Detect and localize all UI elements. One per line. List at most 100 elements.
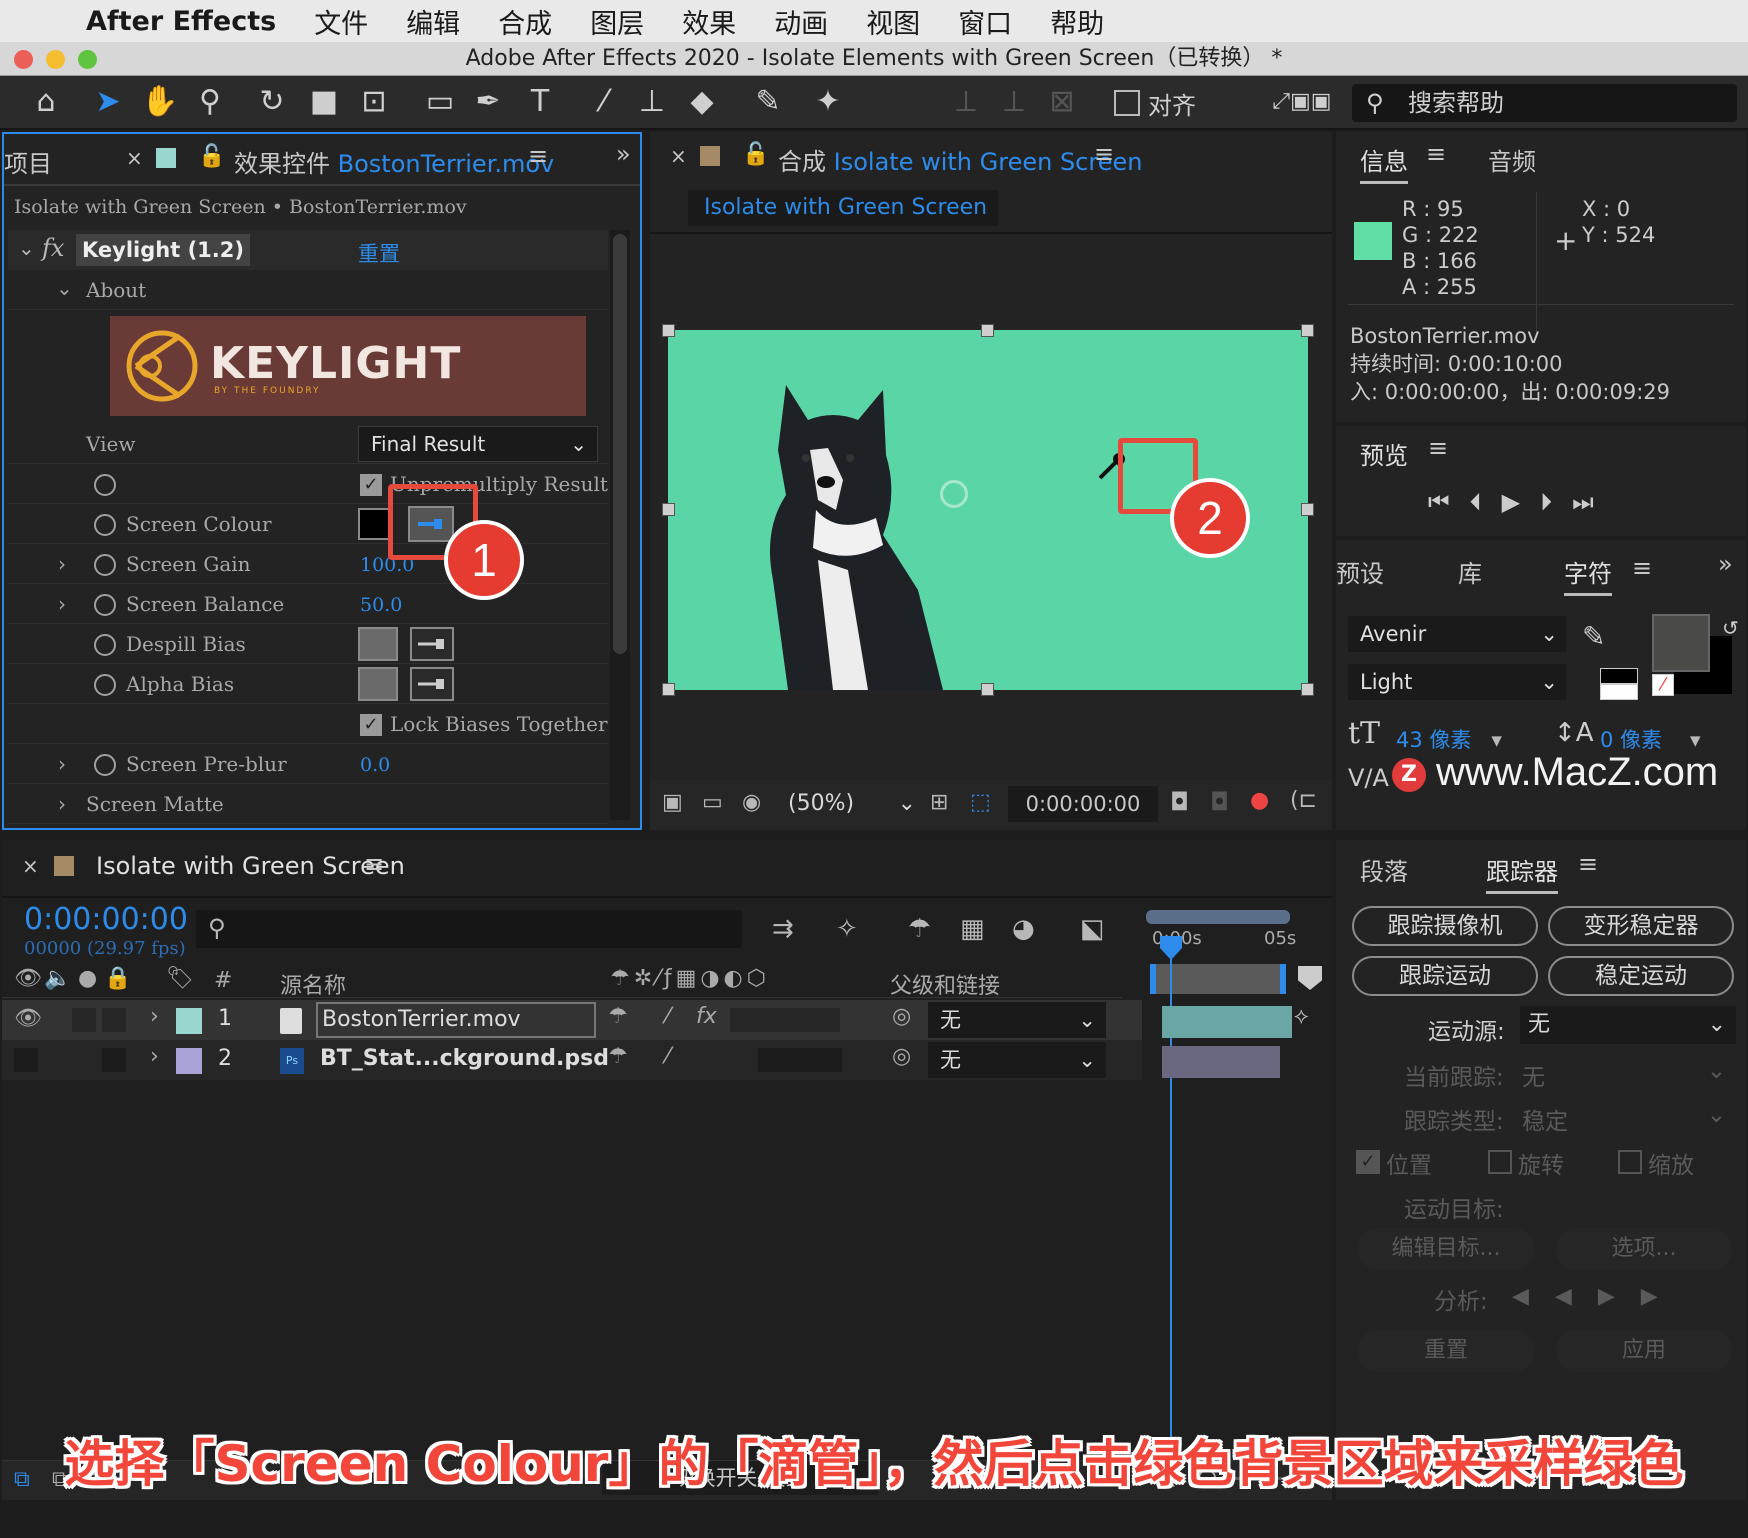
- eyedropper-icon[interactable]: ✎: [1582, 620, 1605, 653]
- menu-layer[interactable]: 图层: [590, 2, 644, 41]
- eye-icon[interactable]: 👁: [14, 1006, 42, 1031]
- anchor-point-icon[interactable]: [940, 480, 968, 508]
- layer-label-color[interactable]: [176, 1048, 202, 1074]
- zoom-tool-icon[interactable]: ⚲: [190, 82, 230, 122]
- screen-colour-swatch[interactable]: [358, 508, 392, 540]
- region-of-interest-icon[interactable]: ⬚: [970, 790, 991, 815]
- resolution-icon[interactable]: (⊏: [1290, 788, 1317, 813]
- menu-effect[interactable]: 效果: [682, 2, 736, 41]
- stopwatch-icon[interactable]: [94, 474, 116, 496]
- panel-menu-icon[interactable]: ≡: [1426, 140, 1446, 168]
- panel-menu-icon[interactable]: ≡: [528, 142, 548, 170]
- transform-handle[interactable]: [1301, 683, 1314, 696]
- clone-stamp-tool-icon[interactable]: ⊥: [632, 82, 672, 122]
- comp-navigator-tab[interactable]: Isolate with Green Screen: [688, 190, 998, 226]
- hand-tool-icon[interactable]: ✋: [140, 82, 180, 122]
- white-swatch[interactable]: [1600, 684, 1638, 700]
- rotation-checkbox[interactable]: [1488, 1150, 1512, 1174]
- layer-row[interactable]: 👁 › 1 BostonTerrier.mov ☂ ⁄ fx ◎ 无 ⌄: [2, 1000, 1142, 1040]
- transform-handle[interactable]: [981, 683, 994, 696]
- rectangle-tool-icon[interactable]: ▭: [420, 82, 460, 122]
- unpremultiply-checkbox[interactable]: ✓: [360, 474, 382, 496]
- scrollbar-track[interactable]: [610, 230, 630, 820]
- close-tab-icon[interactable]: ×: [126, 146, 143, 170]
- graph-editor-icon[interactable]: ⬕: [1080, 914, 1105, 944]
- expand-chevron-icon[interactable]: ›: [58, 592, 66, 616]
- app-menu[interactable]: After Effects: [86, 6, 276, 37]
- frame-blending-icon[interactable]: ▦: [960, 914, 985, 944]
- stopwatch-icon[interactable]: [94, 594, 116, 616]
- expand-chevron-icon[interactable]: ›: [150, 1004, 159, 1029]
- fx-icon[interactable]: fx: [42, 234, 64, 262]
- tab-character[interactable]: 字符: [1564, 554, 1612, 596]
- panel-menu-icon[interactable]: ≡: [1428, 434, 1448, 462]
- track-camera-button[interactable]: 跟踪摄像机: [1352, 906, 1538, 946]
- eye-icon[interactable]: 👁: [14, 966, 42, 991]
- screen-balance-value[interactable]: 50.0: [360, 594, 402, 616]
- channel-icon[interactable]: ●: [1250, 788, 1269, 813]
- lock-biases-checkbox[interactable]: ✓: [360, 714, 382, 736]
- snapshot-icon[interactable]: ◘: [1170, 788, 1189, 816]
- panel-menu-icon[interactable]: ≡: [1578, 850, 1598, 878]
- stopwatch-icon[interactable]: [94, 514, 116, 536]
- brush-tool-icon[interactable]: ⁄: [584, 82, 624, 122]
- audio-icon[interactable]: 🔈: [44, 966, 71, 991]
- menu-window[interactable]: 窗口: [958, 2, 1012, 41]
- lock-icon[interactable]: 🔓: [742, 142, 769, 167]
- screen-preblur-value[interactable]: 0.0: [360, 754, 390, 776]
- despill-eyedropper-button[interactable]: [410, 627, 454, 661]
- eraser-tool-icon[interactable]: ◆: [682, 82, 722, 122]
- menu-view[interactable]: 视图: [866, 2, 920, 41]
- transform-handle[interactable]: [662, 683, 675, 696]
- stopwatch-icon[interactable]: [94, 634, 116, 656]
- panel-menu-icon[interactable]: ≡: [364, 850, 384, 878]
- tab-project[interactable]: 项目: [4, 144, 52, 179]
- alpha-bias-swatch[interactable]: [358, 667, 398, 701]
- transform-handle[interactable]: [662, 503, 675, 516]
- always-preview-icon[interactable]: ▣: [662, 790, 683, 815]
- lock-icon[interactable]: 🔒: [104, 966, 131, 991]
- collapse-chevron-icon[interactable]: ⌄: [56, 276, 73, 300]
- zoom-window-button[interactable]: [78, 50, 97, 69]
- pen-tool-icon[interactable]: ✒: [468, 82, 508, 122]
- warp-stabilizer-button[interactable]: 变形稳定器: [1548, 906, 1734, 946]
- draft-3d-icon[interactable]: ✧: [836, 914, 858, 944]
- mask-visibility-icon[interactable]: ◉: [742, 790, 761, 815]
- show-snapshot-icon[interactable]: ◘: [1210, 788, 1229, 816]
- tab-library[interactable]: 库: [1458, 554, 1482, 589]
- expand-chevron-icon[interactable]: ›: [58, 552, 66, 576]
- analyze-forward-icon[interactable]: ▶: [1598, 1284, 1641, 1309]
- menu-animation[interactable]: 动画: [774, 2, 828, 41]
- monitor-icon[interactable]: ▭: [702, 790, 723, 815]
- tab-presets[interactable]: 预设: [1336, 554, 1384, 589]
- fx-switch-icon[interactable]: fx: [696, 1004, 717, 1029]
- motion-blur-icon[interactable]: ◕: [1012, 914, 1035, 944]
- last-frame-icon[interactable]: ⏭: [1572, 488, 1614, 516]
- composition-mini-flowchart-icon[interactable]: ⇉: [772, 914, 794, 944]
- stopwatch-icon[interactable]: [94, 674, 116, 696]
- position-checkbox[interactable]: ✓: [1356, 1150, 1380, 1174]
- parent-link-icon[interactable]: ⟡: [1294, 1004, 1309, 1029]
- font-family-dropdown[interactable]: Avenir ⌄: [1348, 616, 1566, 652]
- options-button[interactable]: 选项...: [1556, 1228, 1732, 1270]
- analyze-backward-icon[interactable]: ◀: [1555, 1284, 1598, 1309]
- shy-layers-icon[interactable]: ☂: [908, 914, 931, 944]
- stopwatch-icon[interactable]: [94, 554, 116, 576]
- quality-switch-icon[interactable]: ⁄: [666, 1044, 670, 1069]
- analyze-forward-frame-icon[interactable]: ▶: [1641, 1284, 1684, 1309]
- layer-name[interactable]: BT_Stat...ckground.psd: [320, 1046, 609, 1071]
- track-type-dropdown[interactable]: 稳定 ⌄: [1522, 1102, 1736, 1136]
- camera-tool-icon[interactable]: ■: [304, 82, 344, 122]
- layer-label-color[interactable]: [176, 1008, 202, 1034]
- transform-handle[interactable]: [1301, 324, 1314, 337]
- no-color-icon[interactable]: ⁄: [1652, 674, 1674, 696]
- expand-chevron-icon[interactable]: ›: [150, 1044, 159, 1069]
- layer-bar[interactable]: [1162, 1046, 1280, 1078]
- menu-help[interactable]: 帮助: [1050, 2, 1104, 41]
- home-icon[interactable]: ⌂: [26, 82, 66, 122]
- puppet-pin-tool-icon[interactable]: ✦: [808, 82, 848, 122]
- edit-target-button[interactable]: 编辑目标...: [1358, 1228, 1534, 1270]
- black-swatch[interactable]: [1600, 668, 1638, 684]
- col-parent[interactable]: 父级和链接: [890, 968, 1000, 1000]
- scrollbar-thumb[interactable]: [613, 234, 627, 654]
